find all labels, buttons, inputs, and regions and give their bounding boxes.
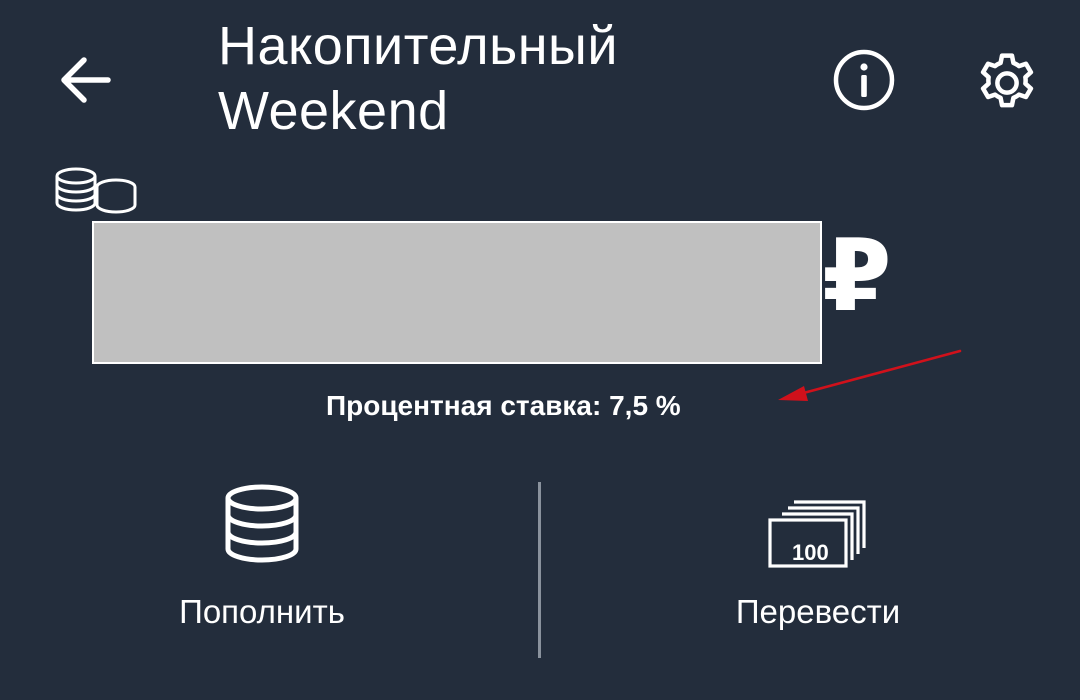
svg-text:100: 100	[792, 540, 829, 565]
settings-button[interactable]	[972, 48, 1042, 118]
database-icon	[225, 484, 299, 563]
page-title: Накопительный Weekend	[218, 14, 778, 144]
transfer-button[interactable]: 100 Перевести	[668, 484, 968, 664]
interest-rate: Процентная ставка: 7,5 %	[326, 390, 681, 421]
info-button[interactable]	[832, 48, 896, 112]
back-button[interactable]	[52, 50, 116, 110]
annotation-arrow	[778, 349, 962, 401]
top-up-label: Пополнить	[179, 593, 345, 630]
currency-symbol: ₽	[822, 220, 892, 332]
title-line-2: Weekend	[218, 81, 449, 141]
coins-icon	[54, 166, 140, 216]
balance-redaction	[92, 221, 822, 364]
gear-icon	[980, 53, 1034, 108]
top-up-button[interactable]: Пополнить	[112, 484, 412, 664]
banknotes-icon: 100	[768, 500, 866, 568]
arrow-left-icon	[61, 57, 111, 103]
actions-divider	[538, 482, 541, 658]
info-circle-icon	[833, 49, 895, 111]
title-line-1: Накопительный	[218, 16, 619, 76]
transfer-label: Перевести	[735, 593, 901, 630]
